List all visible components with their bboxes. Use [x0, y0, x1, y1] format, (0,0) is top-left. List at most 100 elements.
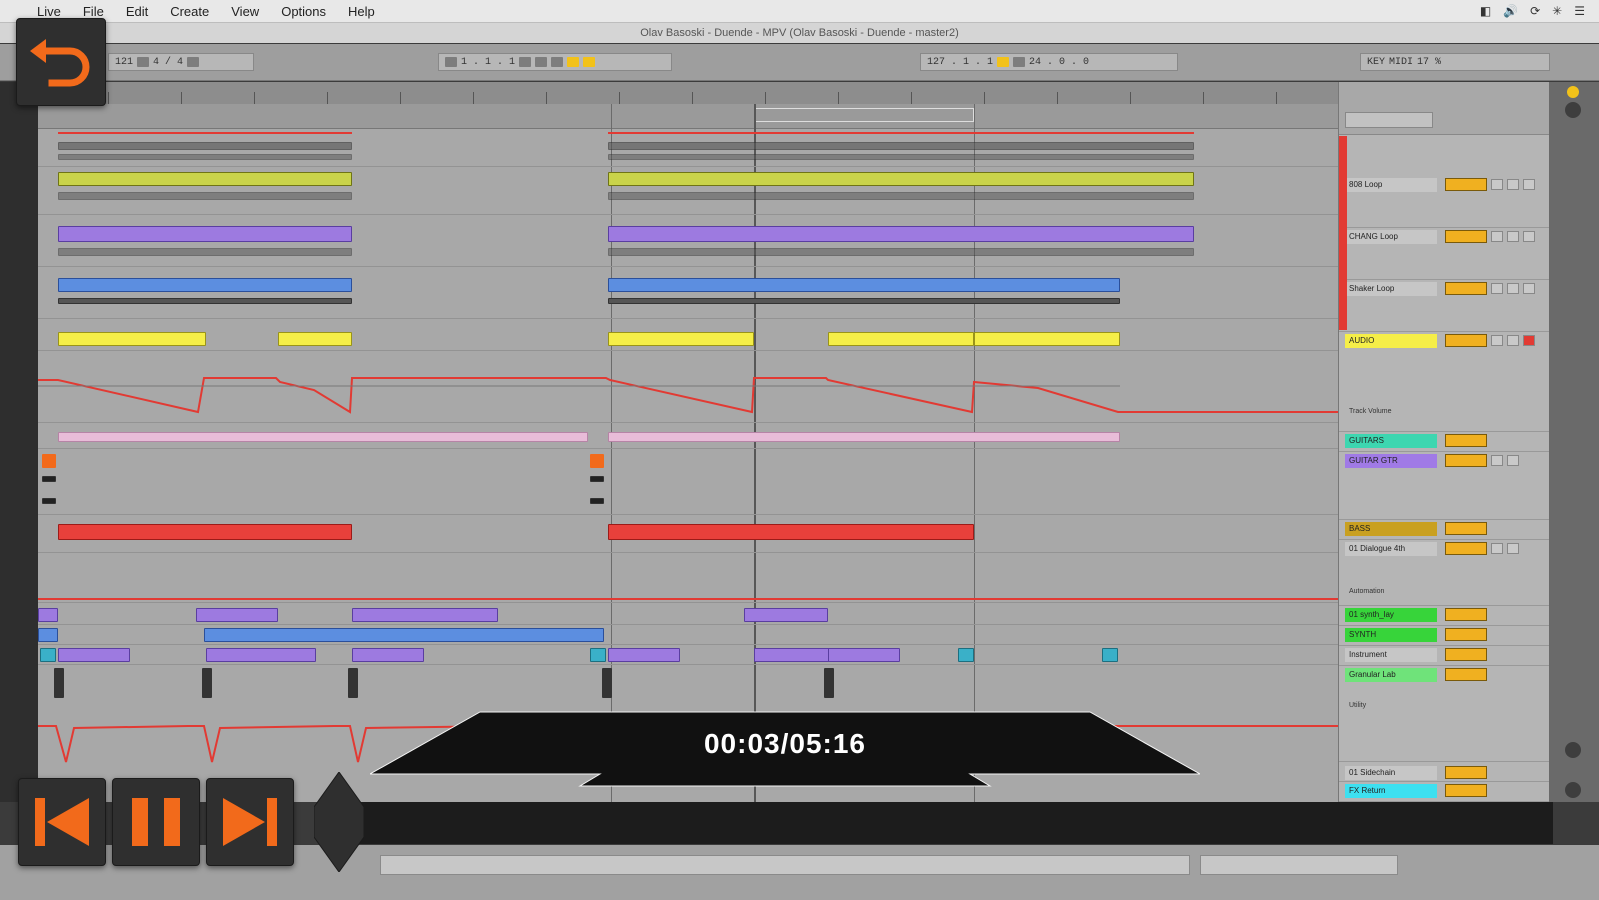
track-lane-guitars[interactable]	[38, 424, 1338, 449]
menu-item-create[interactable]: Create	[159, 4, 220, 19]
overview-toggle-icon[interactable]	[1567, 86, 1579, 98]
timeline-ruler[interactable]	[38, 82, 1338, 105]
mute-button[interactable]	[1507, 283, 1519, 294]
track-header[interactable]: AUDIO Track Volume	[1339, 332, 1549, 432]
menu-item-view[interactable]: View	[220, 4, 270, 19]
arrangement-view[interactable]	[38, 82, 1338, 802]
track-header[interactable]: BASS	[1339, 520, 1549, 540]
track-lane-percussion[interactable]	[38, 168, 1338, 215]
track-lane-dialogue[interactable]	[38, 554, 1338, 603]
draw-mode-button[interactable]	[1013, 57, 1026, 67]
volume-field[interactable]	[1445, 648, 1487, 661]
tempo-display[interactable]: 121	[115, 57, 133, 68]
next-button[interactable]	[206, 778, 294, 866]
track-lane-guitar-gtr[interactable]	[38, 450, 1338, 515]
track-name[interactable]: CHANG Loop	[1345, 230, 1437, 244]
track-name[interactable]: FX Return	[1345, 784, 1437, 798]
menu-item-options[interactable]: Options	[270, 4, 337, 19]
track-name[interactable]: 808 Loop	[1345, 178, 1437, 192]
track-header[interactable]: Instrument	[1339, 646, 1549, 666]
midi-map-button[interactable]: MIDI	[1389, 57, 1413, 68]
track-header[interactable]: 808 Loop	[1339, 176, 1549, 228]
track-header[interactable]: 01 synth_lay	[1339, 606, 1549, 626]
overdub-button[interactable]	[567, 57, 580, 67]
track-header[interactable]: 01 Dialogue 4th Automation	[1339, 540, 1549, 606]
automation-lane-volume[interactable]	[38, 352, 1338, 423]
track-lane-chang-loop[interactable]	[38, 216, 1338, 267]
display-icon[interactable]: ◧	[1480, 4, 1491, 18]
mute-button[interactable]	[1507, 543, 1519, 554]
volume-field[interactable]	[1445, 628, 1487, 641]
solo-button[interactable]	[1491, 283, 1503, 294]
seek-thumb[interactable]	[313, 771, 365, 873]
track-header[interactable]: Granular Lab Utility	[1339, 666, 1549, 762]
volume-field[interactable]	[1445, 454, 1487, 467]
volume-field[interactable]	[1445, 334, 1487, 347]
loop-switch[interactable]	[997, 57, 1010, 67]
track-lane-instrument[interactable]	[38, 646, 1338, 665]
track-header[interactable]: SYNTH	[1339, 626, 1549, 646]
track-name[interactable]: Shaker Loop	[1345, 282, 1437, 296]
track-name[interactable]: BASS	[1345, 522, 1437, 536]
solo-button[interactable]	[1491, 455, 1503, 466]
key-map-button[interactable]: KEY	[1367, 57, 1385, 68]
track-lane-synth-lay[interactable]	[38, 604, 1338, 625]
back-button[interactable]	[16, 18, 106, 106]
horizontal-scrollbar[interactable]	[380, 855, 1190, 875]
track-lane-synth[interactable]	[38, 626, 1338, 645]
solo-button[interactable]	[1491, 543, 1503, 554]
sync-icon[interactable]: ⟳	[1530, 4, 1540, 18]
volume-field[interactable]	[1445, 668, 1487, 681]
arm-button[interactable]	[1523, 335, 1535, 346]
scroll-icon[interactable]	[1565, 782, 1581, 798]
track-lane-808-loop[interactable]	[38, 130, 1338, 167]
play-button[interactable]	[519, 57, 532, 67]
volume-envelope[interactable]	[38, 352, 1338, 422]
tap-button[interactable]	[137, 57, 150, 67]
volume-field[interactable]	[1445, 434, 1487, 447]
volume-field[interactable]	[1445, 178, 1487, 191]
menu-item-help[interactable]: Help	[337, 4, 386, 19]
arm-button[interactable]	[1523, 283, 1535, 294]
pause-button[interactable]	[112, 778, 200, 866]
seek-bar[interactable]	[330, 802, 1553, 844]
track-name[interactable]: 01 Sidechain	[1345, 766, 1437, 780]
io-toggle[interactable]	[1345, 112, 1433, 128]
track-header[interactable]: 01 Sidechain	[1339, 764, 1549, 782]
volume-field[interactable]	[1445, 282, 1487, 295]
arm-button[interactable]	[1523, 231, 1535, 242]
mute-button[interactable]	[1507, 335, 1519, 346]
bluetooth-icon[interactable]: ✳	[1552, 4, 1562, 18]
volume-field[interactable]	[1445, 542, 1487, 555]
metronome-button[interactable]	[187, 57, 200, 67]
scroll-icon[interactable]	[1565, 742, 1581, 758]
menu-item-live[interactable]: Live	[26, 4, 72, 19]
previous-button[interactable]	[18, 778, 106, 866]
stop-button[interactable]	[535, 57, 548, 67]
arm-button[interactable]	[1523, 179, 1535, 190]
volume-field[interactable]	[1445, 784, 1487, 797]
volume-field[interactable]	[1445, 522, 1487, 535]
volume-field[interactable]	[1445, 766, 1487, 779]
solo-button[interactable]	[1491, 231, 1503, 242]
track-header[interactable]: Shaker Loop	[1339, 280, 1549, 332]
track-lane-bass[interactable]	[38, 516, 1338, 553]
solo-button[interactable]	[1491, 335, 1503, 346]
wifi-icon[interactable]: ☰	[1574, 4, 1585, 18]
menu-item-edit[interactable]: Edit	[115, 4, 159, 19]
track-name[interactable]: GUITARS	[1345, 434, 1437, 448]
time-signature[interactable]: 4 / 4	[153, 57, 183, 68]
menu-item-file[interactable]: File	[72, 4, 115, 19]
song-position[interactable]: 1 . 1 . 1	[461, 57, 515, 68]
track-header[interactable]: GUITAR GTR	[1339, 452, 1549, 520]
follow-button[interactable]	[445, 57, 457, 67]
volume-field[interactable]	[1445, 608, 1487, 621]
automation-arm-button[interactable]	[583, 57, 596, 67]
overview-strip[interactable]	[38, 104, 1338, 129]
zoom-icon[interactable]	[1565, 102, 1581, 118]
track-header[interactable]: GUITARS	[1339, 432, 1549, 452]
track-name[interactable]: AUDIO	[1345, 334, 1437, 348]
loop-start[interactable]: 127 . 1 . 1	[927, 57, 993, 68]
volume-field[interactable]	[1445, 230, 1487, 243]
track-lane-audio[interactable]	[38, 320, 1338, 351]
